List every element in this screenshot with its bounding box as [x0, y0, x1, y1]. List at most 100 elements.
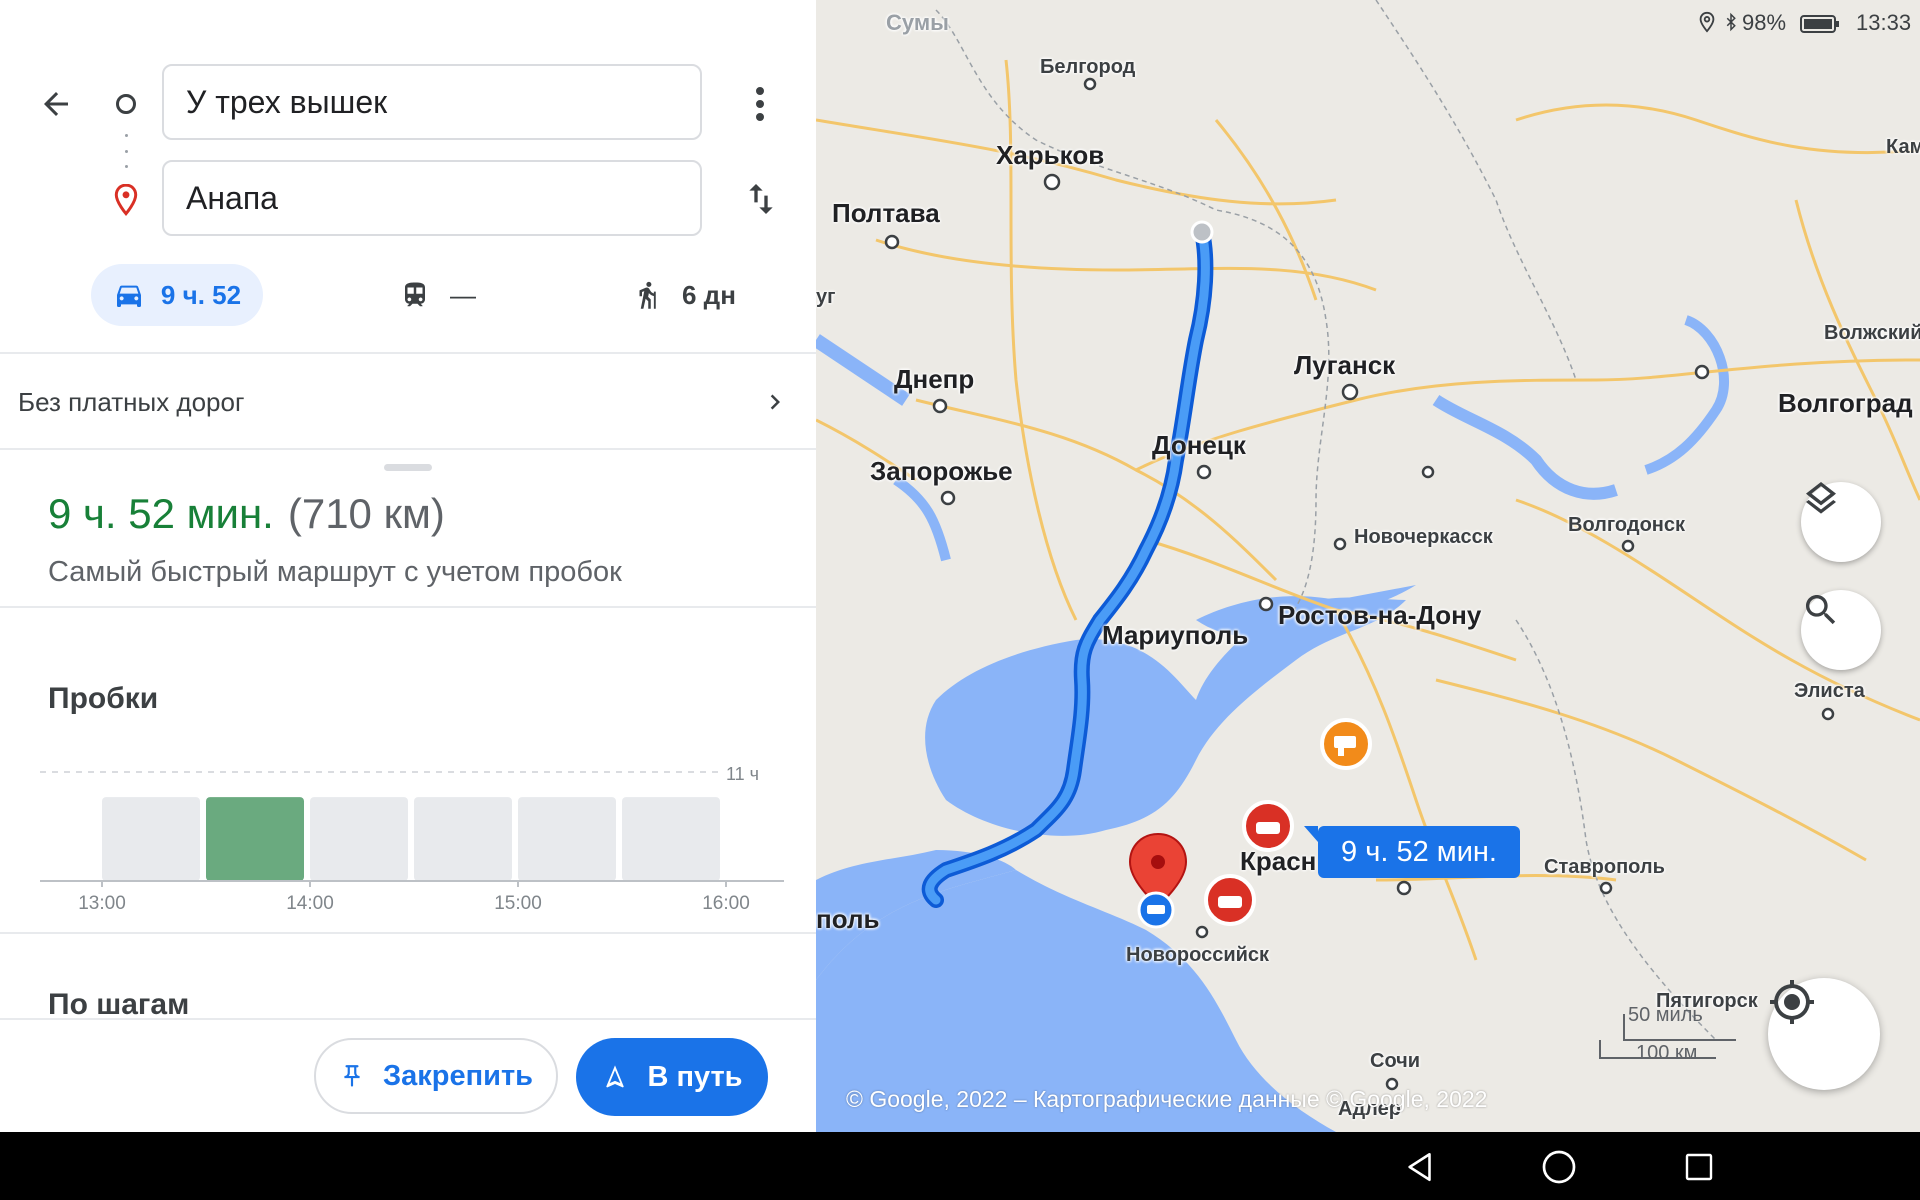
origin-input[interactable]: У трех вышек: [162, 64, 702, 140]
pin-button[interactable]: Закрепить: [314, 1038, 558, 1114]
swap-button[interactable]: [736, 174, 786, 224]
city-label: Мариуполь: [1102, 620, 1249, 650]
reservoir: [1432, 394, 1618, 500]
route-distance: (710 км): [287, 490, 445, 537]
city-label: Луганск: [1294, 350, 1396, 380]
directions-panel: У трех вышек Анапа 9 ч. 52 — 6 дн Без пл…: [0, 0, 816, 1134]
layers-button[interactable]: [1801, 482, 1881, 562]
city-label: Сумы: [886, 10, 949, 35]
traffic-title: Пробки: [48, 682, 159, 715]
battery-percent: 98%: [1742, 10, 1787, 35]
mode-transit-time: —: [450, 279, 476, 310]
mode-tab-transit[interactable]: —: [400, 264, 476, 326]
traffic-bar[interactable]: [102, 797, 200, 881]
city-label: Красн: [1240, 846, 1317, 876]
square-recents-icon: [1685, 1153, 1713, 1181]
time-label: 13:00: [78, 893, 126, 914]
my-location-icon: [1770, 980, 1814, 1024]
city-label: Элиста: [1794, 680, 1865, 702]
scale-miles: 50 миль: [1628, 1004, 1703, 1026]
destination-input[interactable]: Анапа: [162, 160, 702, 236]
city-label: Ставрополь: [1544, 856, 1665, 878]
city-label: Днепр: [894, 364, 975, 394]
traffic-incident-marker: [1204, 874, 1256, 926]
city-label: Ростов-на-Дону: [1278, 600, 1482, 630]
mode-walking-time: 6 дн: [682, 279, 736, 310]
train-icon: [405, 282, 425, 307]
time-label: 15:00: [494, 893, 542, 914]
time-label: 14:00: [286, 893, 334, 914]
city-label: Волгодонск: [1568, 514, 1686, 536]
city-label: Новороссийск: [1126, 944, 1270, 966]
steps-section: По шагам: [0, 970, 816, 1020]
traffic-bar[interactable]: [518, 797, 616, 881]
divider: [0, 352, 816, 354]
traffic-incident-marker: [1242, 800, 1294, 852]
mode-tab-driving[interactable]: 9 ч. 52: [91, 264, 263, 326]
divider: [0, 932, 816, 934]
pin-icon: [344, 1065, 360, 1087]
time-label: 16:00: [702, 893, 750, 914]
divider: [0, 448, 816, 450]
city-label: Кам: [1886, 136, 1920, 158]
city-label: Новочеркасск: [1354, 526, 1493, 548]
reservoir: [893, 475, 951, 562]
route-start-marker: [1190, 220, 1214, 244]
origin-dot-icon: [116, 94, 136, 114]
car-icon: [116, 285, 141, 307]
city-label: уг: [816, 286, 836, 308]
reservoir: [816, 334, 910, 406]
map-scale: 50 миль 100 км: [1596, 1004, 1726, 1064]
speed-camera-marker: [1320, 718, 1372, 770]
navigation-icon: [606, 1065, 625, 1088]
route-dots-icon: [124, 134, 128, 168]
city-label: Донецк: [1152, 430, 1246, 460]
route-summary: 9 ч. 52 мин. (710 км): [48, 490, 445, 538]
chevron-right-icon: [770, 394, 780, 410]
city-label: Белгород: [1040, 56, 1136, 78]
traffic-bar[interactable]: [622, 797, 720, 881]
traffic-bar[interactable]: [310, 797, 408, 881]
nav-back-button[interactable]: [1396, 1142, 1446, 1192]
mode-tab-walking[interactable]: 6 дн: [632, 264, 736, 326]
scale-km: 100 км: [1636, 1042, 1698, 1064]
city-label: поль: [816, 904, 880, 934]
city-label: Харьков: [996, 140, 1105, 170]
system-navigation-bar: [0, 1132, 1920, 1200]
avoid-tolls-label: Без платных дорог: [18, 386, 245, 417]
map-canvas: [816, 0, 1920, 1132]
search-icon: [1806, 595, 1836, 625]
destination-map-pin: [1128, 832, 1188, 929]
city-label: Запорожье: [870, 456, 1013, 486]
map-copyright: © Google, 2022 – Картографические данные…: [846, 1086, 1488, 1112]
city-label: Полтава: [832, 198, 940, 228]
roads: [816, 59, 1920, 961]
my-location-button[interactable]: [1768, 978, 1880, 1090]
hiking-icon: [639, 281, 656, 309]
traffic-chart: 11 ч 13:00 14:00 15:00 16:00: [40, 764, 784, 914]
layers-icon: [1806, 482, 1836, 514]
city-label: Волжский: [1824, 322, 1920, 344]
clock: 13:33: [1856, 10, 1912, 35]
map-view[interactable]: 98% 13:33 Сумы Белгород Харьков Полтава …: [816, 0, 1920, 1132]
more-options-button[interactable]: [740, 78, 780, 130]
traffic-bar[interactable]: [206, 797, 304, 881]
max-duration-label: 11 ч: [726, 764, 759, 784]
city-label: Сочи: [1370, 1050, 1421, 1072]
start-navigation-label: В путь: [647, 1060, 743, 1093]
pin-button-label: Закрепить: [382, 1059, 534, 1092]
route-options-row[interactable]: Без платных дорог: [0, 356, 816, 448]
traffic-bar[interactable]: [414, 797, 512, 881]
back-button[interactable]: [30, 78, 82, 130]
city-label: Волгоград: [1778, 388, 1913, 418]
route-duration-bubble[interactable]: 9 ч. 52 мин.: [1304, 826, 1520, 878]
nav-home-button[interactable]: [1534, 1142, 1584, 1192]
drag-handle[interactable]: [384, 464, 432, 471]
steps-title[interactable]: По шагам: [48, 988, 189, 1020]
nav-recents-button[interactable]: [1674, 1142, 1724, 1192]
triangle-back-icon: [1408, 1152, 1431, 1182]
mode-driving-time: 9 ч. 52: [160, 279, 242, 310]
map-search-button[interactable]: [1801, 590, 1881, 670]
arrow-back-icon: [44, 92, 68, 116]
start-navigation-button[interactable]: В путь: [576, 1038, 768, 1116]
